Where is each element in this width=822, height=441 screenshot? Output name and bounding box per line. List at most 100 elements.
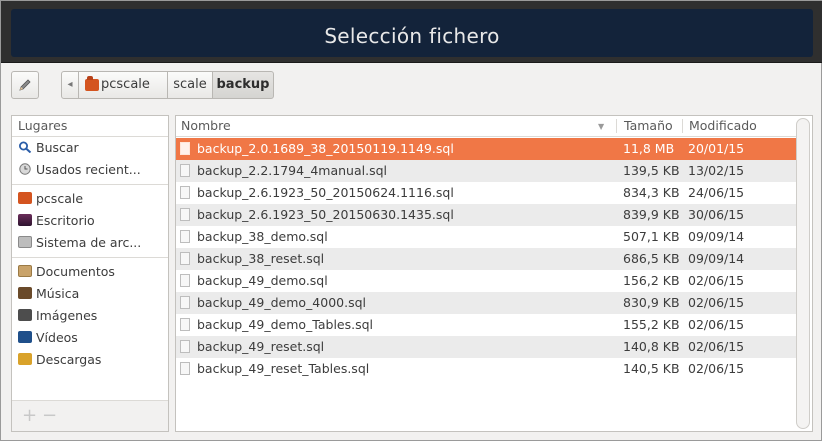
file-icon bbox=[180, 164, 190, 177]
column-size-header[interactable]: Tamaño bbox=[624, 118, 673, 133]
place-imagenes[interactable]: Imágenes bbox=[12, 305, 168, 327]
place-documentos[interactable]: Documentos bbox=[12, 261, 168, 283]
remove-bookmark-button[interactable]: − bbox=[42, 407, 57, 425]
place-label: Escritorio bbox=[36, 213, 95, 228]
add-bookmark-button[interactable]: + bbox=[22, 407, 37, 425]
places-sidebar: Lugares Buscar Usados recient... pcscale… bbox=[11, 115, 169, 432]
file-size: 834,3 KB bbox=[623, 185, 680, 200]
place-musica[interactable]: Música bbox=[12, 283, 168, 305]
file-name: backup_49_reset_Tables.sql bbox=[197, 361, 370, 376]
file-name: backup_49_demo_4000.sql bbox=[197, 295, 366, 310]
file-row[interactable]: backup_38_reset.sql 686,5 KB 09/09/14 bbox=[176, 248, 798, 270]
type-location-button[interactable] bbox=[11, 71, 39, 99]
sidebar-divider bbox=[12, 257, 168, 258]
file-size: 155,2 KB bbox=[623, 317, 680, 332]
file-icon bbox=[180, 186, 190, 199]
file-icon bbox=[180, 274, 190, 287]
column-modified-header[interactable]: Modificado bbox=[689, 118, 757, 133]
file-name: backup_38_demo.sql bbox=[197, 229, 328, 244]
drive-icon bbox=[18, 236, 32, 248]
file-date: 09/09/14 bbox=[688, 229, 745, 244]
path-back-button[interactable]: ◂ bbox=[61, 71, 79, 99]
place-label: Imágenes bbox=[36, 308, 98, 323]
crumb-scale[interactable]: scale bbox=[167, 71, 213, 99]
file-row[interactable]: backup_2.0.1689_38_20150119.1149.sql 11,… bbox=[176, 138, 798, 160]
search-icon bbox=[19, 141, 32, 153]
file-date: 09/09/14 bbox=[688, 251, 745, 266]
downloads-icon bbox=[18, 353, 32, 365]
file-row[interactable]: backup_49_reset_Tables.sql 140,5 KB 02/0… bbox=[176, 358, 798, 380]
file-date: 13/02/15 bbox=[688, 163, 745, 178]
file-size: 140,5 KB bbox=[623, 361, 680, 376]
place-label: Sistema de arc... bbox=[36, 235, 142, 250]
file-icon bbox=[180, 340, 190, 353]
column-divider bbox=[682, 119, 683, 133]
file-date: 02/06/15 bbox=[688, 273, 745, 288]
home-folder-icon bbox=[85, 76, 99, 91]
file-name: backup_2.2.1794_4manual.sql bbox=[197, 163, 388, 178]
vertical-scrollbar[interactable] bbox=[796, 118, 810, 429]
file-icon bbox=[180, 296, 190, 309]
place-pcscale[interactable]: pcscale bbox=[12, 188, 168, 210]
file-date: 02/06/15 bbox=[688, 339, 745, 354]
file-date: 20/01/15 bbox=[688, 141, 745, 156]
title-bar[interactable]: Selección fichero bbox=[1, 1, 822, 63]
sidebar-toolbar: + − bbox=[12, 400, 168, 431]
place-recent[interactable]: Usados recient... bbox=[12, 159, 168, 181]
place-label: Música bbox=[36, 286, 80, 301]
file-row[interactable]: backup_2.6.1923_50_20150630.1435.sql 839… bbox=[176, 204, 798, 226]
place-label: Documentos bbox=[36, 264, 115, 279]
file-row[interactable]: backup_38_demo.sql 507,1 KB 09/09/14 bbox=[176, 226, 798, 248]
file-icon bbox=[180, 362, 190, 375]
file-size: 839,9 KB bbox=[623, 207, 680, 222]
file-row[interactable]: backup_49_demo_4000.sql 830,9 KB 02/06/1… bbox=[176, 292, 798, 314]
file-date: 30/06/15 bbox=[688, 207, 745, 222]
file-size: 686,5 KB bbox=[623, 251, 680, 266]
file-icon bbox=[180, 142, 190, 155]
file-name: backup_2.0.1689_38_20150119.1149.sql bbox=[197, 141, 454, 156]
file-rows: backup_2.0.1689_38_20150119.1149.sql 11,… bbox=[176, 138, 798, 380]
chevron-left-icon: ◂ bbox=[67, 79, 73, 90]
file-name: backup_38_reset.sql bbox=[197, 251, 325, 266]
column-name-header[interactable]: Nombre bbox=[181, 118, 231, 133]
documents-icon bbox=[18, 265, 32, 277]
file-size: 507,1 KB bbox=[623, 229, 680, 244]
file-icon bbox=[180, 208, 190, 221]
sidebar-divider bbox=[12, 184, 168, 185]
desktop-icon bbox=[18, 214, 32, 226]
place-escritorio[interactable]: Escritorio bbox=[12, 210, 168, 232]
pictures-icon bbox=[18, 309, 32, 321]
file-size: 140,8 KB bbox=[623, 339, 680, 354]
crumb-pcscale[interactable]: pcscale bbox=[78, 71, 168, 99]
place-filesystem[interactable]: Sistema de arc... bbox=[12, 232, 168, 254]
file-size: 830,9 KB bbox=[623, 295, 680, 310]
file-name: backup_49_reset.sql bbox=[197, 339, 325, 354]
file-row[interactable]: backup_49_demo.sql 156,2 KB 02/06/15 bbox=[176, 270, 798, 292]
file-size: 139,5 KB bbox=[623, 163, 680, 178]
pencil-icon bbox=[19, 79, 31, 91]
file-row[interactable]: backup_2.6.1923_50_20150624.1116.sql 834… bbox=[176, 182, 798, 204]
recent-icon bbox=[19, 163, 31, 175]
file-size: 156,2 KB bbox=[623, 273, 680, 288]
crumb-label: scale bbox=[173, 77, 207, 92]
file-date: 02/06/15 bbox=[688, 361, 745, 376]
videos-icon bbox=[18, 331, 32, 343]
crumb-backup[interactable]: backup bbox=[212, 71, 274, 99]
file-row[interactable]: backup_2.2.1794_4manual.sql 139,5 KB 13/… bbox=[176, 160, 798, 182]
crumb-label: backup bbox=[216, 77, 270, 92]
window-title: Selección fichero bbox=[324, 24, 500, 48]
file-name: backup_2.6.1923_50_20150624.1116.sql bbox=[197, 185, 454, 200]
file-row[interactable]: backup_49_demo_Tables.sql 155,2 KB 02/06… bbox=[176, 314, 798, 336]
place-buscar[interactable]: Buscar bbox=[12, 137, 168, 159]
place-descargas[interactable]: Descargas bbox=[12, 349, 168, 371]
place-videos[interactable]: Vídeos bbox=[12, 327, 168, 349]
music-icon bbox=[18, 287, 32, 299]
file-row[interactable]: backup_49_reset.sql 140,8 KB 02/06/15 bbox=[176, 336, 798, 358]
file-icon bbox=[180, 252, 190, 265]
file-date: 24/06/15 bbox=[688, 185, 745, 200]
file-chooser-window: Selección fichero ◂ pcscale scale backup… bbox=[0, 0, 822, 441]
column-divider bbox=[616, 119, 617, 133]
title-bar-inner: Selección fichero bbox=[11, 9, 813, 57]
places-header: Lugares bbox=[12, 116, 168, 137]
home-folder-icon bbox=[18, 192, 32, 204]
